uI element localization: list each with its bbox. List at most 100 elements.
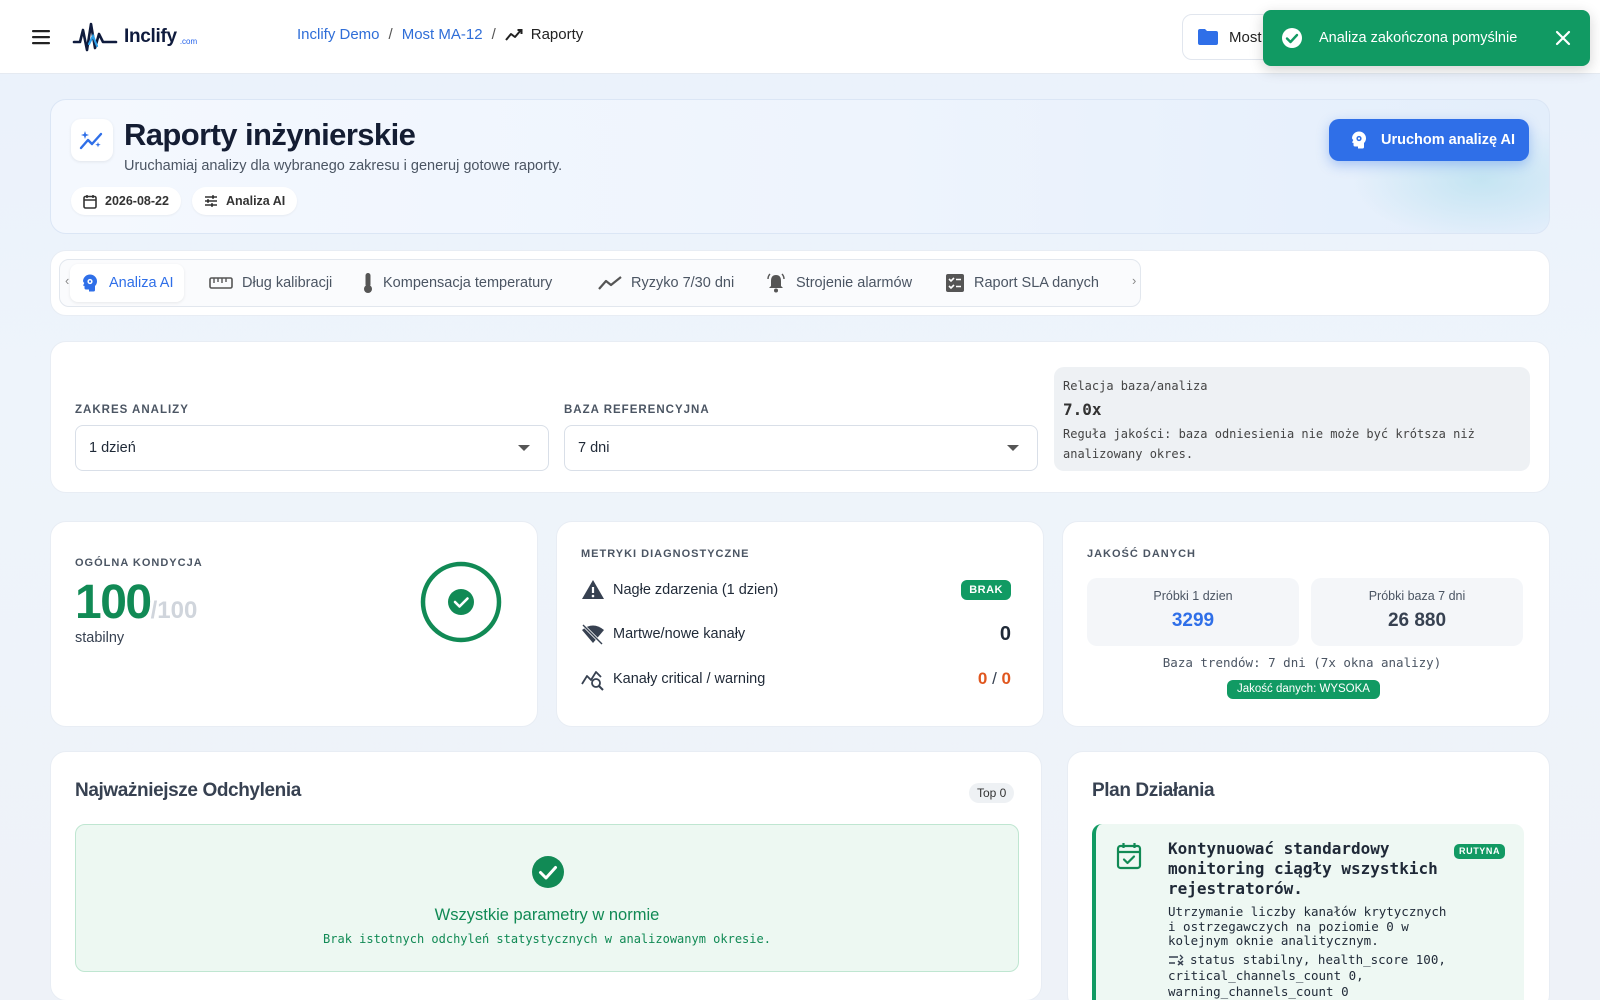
relation-description: Reguła jakości: baza odniesienia nie moż… (1063, 427, 1475, 461)
menu-icon (32, 30, 50, 45)
tabs-scroll-right-icon[interactable]: › (1132, 273, 1136, 288)
wifi-off-icon (581, 623, 604, 646)
base-samples-value: 26 880 (1387, 610, 1447, 631)
breadcrumb-separator: / (388, 26, 393, 43)
health-check-ring-icon (420, 561, 502, 643)
scope-select[interactable]: 1 dzień (75, 425, 549, 471)
app-logo[interactable]: Inclify .com (72, 20, 197, 54)
trend-icon (504, 28, 523, 41)
all-normal-box: Wszystkie parametry w normie Brak istotn… (75, 824, 1019, 972)
action-plan-item-description: Utrzymanie liczby kanałów krytycznych i … (1168, 904, 1447, 948)
hamburger-menu-button[interactable] (28, 24, 54, 50)
tab-raport-sla[interactable]: Raport SLA danych (935, 264, 1109, 302)
condition-card: OGÓLNA KONDYCJA 100 /100 stabilny (50, 521, 538, 727)
calendar-check-icon (1116, 843, 1142, 870)
logo-wave-icon (72, 22, 118, 52)
scope-select-value: 1 dzień (89, 440, 136, 456)
run-ai-analysis-label: Uruchom analizę AI (1381, 132, 1516, 148)
tabs-scroll-left-icon[interactable]: ‹ (65, 273, 69, 288)
tab-dlug-kalibracji[interactable]: Dług kalibracji (199, 264, 342, 302)
scope-label: ZAKRES ANALIZY (75, 404, 189, 416)
toast-message: Analiza zakończona pomyślnie (1319, 30, 1518, 46)
diag-row-critical: Kanały critical / warning 0 / 0 (581, 667, 1011, 691)
warning-triangle-icon (582, 580, 604, 599)
project-selector-label: Most (1229, 28, 1262, 46)
breadcrumb-link-bridge[interactable]: Most MA-12 (402, 26, 483, 43)
date-chip-label: 2026-08-22 (105, 194, 169, 208)
tab-analiza-ai[interactable]: Analiza AI (70, 264, 184, 302)
analysis-range-card: ZAKRES ANALIZY 1 dzień BAZA REFERENCYJNA… (50, 341, 1550, 493)
tab-strojenie-alarmow[interactable]: Strojenie alarmów (755, 264, 922, 302)
ruler-icon (209, 277, 233, 289)
top-count-badge: Top 0 (969, 783, 1015, 803)
all-normal-subtitle: Brak istotnych odchyleń statystycznych w… (323, 932, 771, 946)
samples-label: Próbki 1 dzien (1153, 589, 1233, 603)
tab-label: Ryzyko 7/30 dni (631, 275, 735, 291)
health-score-max: /100 (150, 597, 198, 624)
samples-box: Próbki 1 dzien 3299 (1087, 578, 1299, 646)
breadcrumb: Inclify Demo / Most MA-12 / Raporty (297, 26, 583, 43)
tab-ryzyko[interactable]: Ryzyko 7/30 dni (588, 264, 744, 302)
samples-value: 3299 (1171, 610, 1215, 631)
deviations-card: Najważniejsze Odchylenia Top 0 Wszystkie… (50, 751, 1042, 1000)
logo-domain: .com (179, 36, 198, 46)
diag-critical-values: 0 / 0 (978, 669, 1011, 689)
action-plan-card: Plan Działania Kontynuować standardowy m… (1067, 751, 1550, 1000)
condition-title: OGÓLNA KONDYCJA (75, 557, 203, 569)
diagnostics-card: METRYKI DIAGNOSTYCZNE Nagłe zdarzenia (1… (556, 521, 1044, 727)
health-score: 100 /100 (75, 575, 197, 630)
routine-badge: RUTYNA (1454, 844, 1506, 859)
trend-icon (598, 276, 622, 290)
run-ai-analysis-button[interactable]: Uruchom analizę AI (1329, 119, 1529, 161)
action-plan-item[interactable]: Kontynuować standardowy monitoring ciągł… (1092, 824, 1524, 1000)
critical-count: 0 (977, 669, 988, 688)
tab-label: Kompensacja temperatury (383, 275, 553, 291)
data-quality-badge: Jakość danych: WYSOKA (1227, 680, 1380, 699)
mode-chip[interactable]: Analiza AI (192, 187, 298, 215)
diag-critical-label: Kanały critical / warning (613, 671, 766, 687)
diag-row-sudden: Nagłe zdarzenia (1 dzien) BRAK (581, 578, 1011, 602)
diag-sudden-label: Nagłe zdarzenia (1 dzien) (613, 582, 779, 598)
base-samples-box: Próbki baza 7 dni 26 880 (1311, 578, 1523, 646)
thermometer-icon (364, 273, 372, 293)
breadcrumb-link-demo[interactable]: Inclify Demo (297, 26, 380, 43)
all-normal-title: Wszystkie parametry w normie (434, 906, 660, 924)
health-status: stabilny (75, 630, 125, 646)
rule-icon (1169, 954, 1184, 966)
critical-separator: / (992, 669, 997, 688)
action-plan-item-metrics-text: status stabilny, health_score 100, criti… (1168, 952, 1446, 999)
page-header-card: Raporty inżynierskie Uruchamiaj analizy … (50, 99, 1550, 234)
tab-label: Raport SLA danych (974, 275, 1099, 291)
health-score-value: 100 (75, 576, 152, 629)
check-circle-icon (532, 856, 564, 888)
calendar-icon (83, 194, 97, 209)
tab-label: Analiza AI (109, 275, 174, 291)
diag-dead-value: 0 (999, 622, 1011, 645)
base-select-value: 7 dni (578, 440, 610, 456)
query-stats-icon (581, 671, 604, 691)
tab-label: Strojenie alarmów (796, 275, 913, 291)
relation-label: Relacja baza/analiza (1063, 379, 1208, 393)
trend-base-note: Baza trendów: 7 dni (7x okna analizy) (1162, 655, 1442, 670)
diag-row-dead: Martwe/nowe kanały 0 (581, 622, 1011, 646)
date-chip[interactable]: 2026-08-22 (71, 187, 181, 215)
tab-label: Dług kalibracji (242, 275, 333, 291)
diag-sudden-badge: BRAK (961, 580, 1011, 600)
ai-brain-icon (83, 274, 97, 292)
relation-box: Relacja baza/analiza 7.0x Reguła jakości… (1054, 367, 1530, 471)
page-subtitle: Uruchamiaj analizy dla wybranego zakresu… (124, 158, 563, 174)
breadcrumb-current: Raporty (504, 26, 583, 43)
action-plan-item-metrics: status stabilny, health_score 100, criti… (1168, 952, 1458, 1000)
relation-value: 7.0x (1063, 400, 1102, 419)
tab-kompensacja-temperatury[interactable]: Kompensacja temperatury (352, 264, 562, 302)
diag-dead-label: Martwe/nowe kanały (613, 626, 746, 642)
folder-icon (1198, 29, 1218, 45)
base-select[interactable]: 7 dni (564, 425, 1038, 471)
data-quality-title: JAKOŚĆ DANYCH (1087, 548, 1196, 560)
data-quality-card: JAKOŚĆ DANYCH Próbki 1 dzien 3299 Próbki… (1062, 521, 1550, 727)
close-icon[interactable] (1553, 28, 1573, 48)
report-tabs: ‹ Analiza AI Dług kalibracji Kompensacja… (59, 259, 1141, 307)
action-plan-title: Plan Działania (1092, 780, 1215, 801)
header-icon-box (71, 119, 113, 161)
chevron-down-icon (1007, 445, 1019, 451)
